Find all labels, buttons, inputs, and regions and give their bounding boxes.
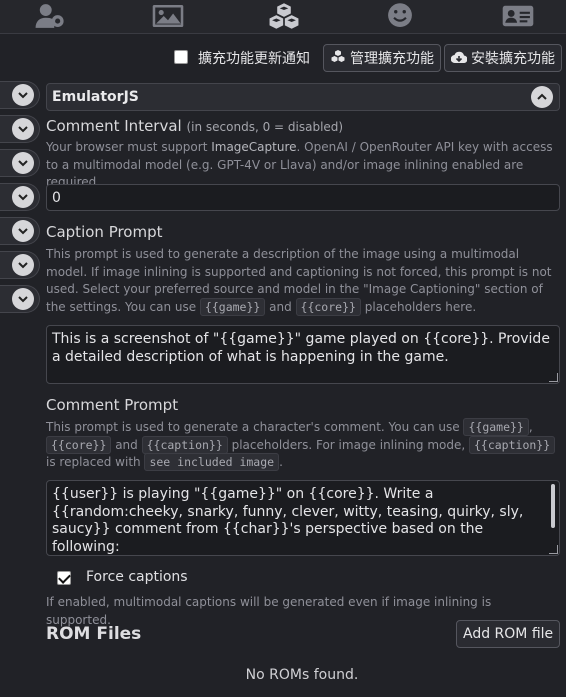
manage-extensions-button[interactable]: 管理擴充功能 xyxy=(323,44,441,72)
image-capture-link[interactable]: ImageCapture xyxy=(211,140,296,154)
collapsed-extension-toggle-6[interactable] xyxy=(0,251,40,279)
comment-prompt-description: This prompt is used to generate a charac… xyxy=(46,418,556,472)
resize-handle[interactable] xyxy=(549,373,558,382)
chevron-down-icon xyxy=(12,186,34,208)
update-notify-checkbox[interactable] xyxy=(174,50,188,64)
collapsed-extension-toggle-7[interactable] xyxy=(0,285,40,313)
desc-text: placeholders. For image inlining mode, xyxy=(227,437,469,452)
collapsed-extension-toggle-4[interactable] xyxy=(0,183,40,211)
collapsed-extension-toggle-1[interactable] xyxy=(0,81,40,109)
rom-files-title: ROM Files xyxy=(46,624,142,644)
desc-text: Your browser must support xyxy=(46,140,212,154)
image-icon[interactable] xyxy=(148,0,188,32)
cubes-icon[interactable] xyxy=(264,0,304,32)
desc-text: and xyxy=(265,299,296,314)
placeholder-code: {{game}} xyxy=(463,418,529,436)
comment-prompt-label: Comment Prompt xyxy=(46,396,179,414)
chevron-down-icon xyxy=(12,84,34,106)
placeholder-code: {{caption}} xyxy=(141,435,228,454)
id-card-icon[interactable] xyxy=(498,0,538,32)
manage-extensions-label: 管理擴充功能 xyxy=(350,51,434,67)
user-settings-icon[interactable] xyxy=(30,0,70,32)
desc-text: , xyxy=(528,420,533,434)
caption-prompt-description: This prompt is used to generate a descri… xyxy=(46,246,556,316)
install-extension-label: 安裝擴充功能 xyxy=(471,51,555,67)
cloud-download-icon xyxy=(451,51,467,64)
placeholder-code: {{core}} xyxy=(46,435,112,454)
collapsed-extension-toggle-5[interactable] xyxy=(0,217,40,245)
chevron-down-icon xyxy=(12,254,34,276)
resize-handle[interactable] xyxy=(549,545,558,554)
extensions-toolbar: 擴充功能更新通知 管理擴充功能 安裝擴充功能 xyxy=(0,42,566,74)
caption-prompt-textarea[interactable]: This is a screenshot of "{{game}}" game … xyxy=(46,325,560,384)
comment-interval-label: Comment Interval (in seconds, 0 = disabl… xyxy=(46,117,343,135)
comment-interval-label-text: Comment Interval xyxy=(46,117,182,135)
add-rom-file-label: Add ROM file xyxy=(463,626,554,642)
caption-prompt-value: This is a screenshot of "{{game}}" game … xyxy=(52,331,550,365)
placeholder-code: see included image xyxy=(144,453,280,471)
desc-text: This prompt is used to generate a charac… xyxy=(46,420,464,434)
desc-text: and xyxy=(111,437,142,452)
placeholder-code: {{game}} xyxy=(199,297,266,316)
chevron-down-icon xyxy=(12,152,34,174)
comment-prompt-value: {{user}} is playing "{{game}}" on {{core… xyxy=(52,486,524,555)
chevron-down-icon xyxy=(12,220,34,242)
force-captions-label: Force captions xyxy=(86,569,188,585)
collapsed-extension-toggle-3[interactable] xyxy=(0,149,40,177)
force-captions-checkbox[interactable] xyxy=(57,571,71,585)
extension-title: EmulatorJS xyxy=(52,89,139,105)
install-extension-button[interactable]: 安裝擴充功能 xyxy=(444,44,562,72)
chevron-down-icon xyxy=(12,118,34,140)
placeholder-code: {{caption}} xyxy=(468,435,556,454)
placeholder-code: {{core}} xyxy=(295,297,361,316)
comment-prompt-textarea[interactable]: {{user}} is playing "{{game}}" on {{core… xyxy=(46,480,560,556)
collapsed-extension-toggle-2[interactable] xyxy=(0,115,40,143)
cubes-icon xyxy=(331,50,345,62)
update-notify-label: 擴充功能更新通知 xyxy=(198,51,310,67)
desc-text: . xyxy=(279,455,283,469)
no-roms-message: No ROMs found. xyxy=(245,667,359,683)
comment-interval-value: 0 xyxy=(52,190,61,206)
caption-prompt-label: Caption Prompt xyxy=(46,223,163,241)
desc-text: is replaced with xyxy=(46,455,145,469)
textarea-scrollbar[interactable] xyxy=(551,484,555,528)
extension-header[interactable]: EmulatorJS xyxy=(46,83,560,111)
comment-interval-hint: (in seconds, 0 = disabled) xyxy=(186,120,344,134)
desc-text: placeholders here. xyxy=(360,299,477,314)
top-navigation-bar xyxy=(0,0,566,34)
chevron-down-icon xyxy=(12,288,34,310)
smile-icon[interactable] xyxy=(380,0,420,32)
add-rom-file-button[interactable]: Add ROM file xyxy=(456,620,561,648)
chevron-up-icon[interactable] xyxy=(531,86,553,108)
comment-interval-input[interactable]: 0 xyxy=(46,184,560,211)
